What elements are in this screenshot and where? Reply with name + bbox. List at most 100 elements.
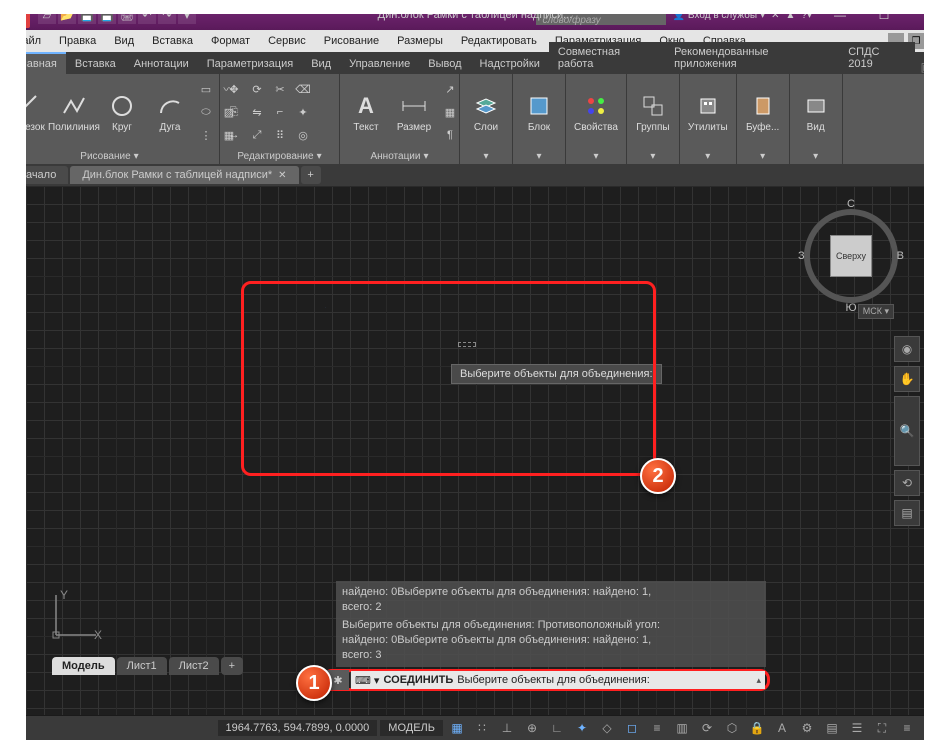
status-units-icon[interactable]: ⚙ bbox=[796, 718, 818, 738]
qat-save-icon[interactable]: 💾 bbox=[78, 6, 96, 24]
trim-icon[interactable]: ✂ bbox=[270, 79, 290, 99]
ribbon-tab-home[interactable]: Главная bbox=[6, 52, 66, 74]
doc-tab-current[interactable]: Дин.блок Рамки с таблицей надписи*✕ bbox=[70, 166, 298, 184]
menu-file[interactable]: Файл bbox=[6, 32, 49, 50]
text-button[interactable]: AТекст bbox=[344, 90, 388, 135]
move-icon[interactable]: ✥ bbox=[224, 79, 244, 99]
qat-open-icon[interactable]: 📂 bbox=[58, 6, 76, 24]
status-space[interactable]: МОДЕЛЬ bbox=[380, 720, 443, 736]
status-3dosnap-icon[interactable]: ⬡ bbox=[721, 718, 743, 738]
groups-button[interactable]: Группы bbox=[631, 90, 675, 135]
table-icon[interactable]: ▦ bbox=[440, 102, 460, 122]
rect-icon[interactable]: ▭ bbox=[196, 79, 216, 99]
qat-undo-icon[interactable]: ↶ bbox=[138, 6, 156, 24]
status-trans-icon[interactable]: ▥ bbox=[671, 718, 693, 738]
circle-button[interactable]: Круг bbox=[100, 90, 144, 135]
help-icon[interactable]: ?▾ bbox=[801, 10, 812, 21]
qat-saveas-icon[interactable]: 💾 bbox=[98, 6, 116, 24]
app-logo[interactable]: A bbox=[4, 2, 30, 28]
leader-icon[interactable]: ↗ bbox=[440, 79, 460, 99]
drawing-canvas[interactable]: Выберите объекты для объединения: 2 Y X … bbox=[26, 186, 924, 715]
ribbon-tab-featured[interactable]: Рекомендованные приложения bbox=[665, 42, 839, 74]
menu-tools[interactable]: Сервис bbox=[260, 32, 314, 50]
utilities-button[interactable]: Утилиты bbox=[684, 90, 732, 135]
doc-tab-new[interactable]: + bbox=[301, 166, 321, 184]
layers-button[interactable]: Слои bbox=[464, 90, 508, 135]
point-icon[interactable]: ⋮ bbox=[196, 125, 216, 145]
layout-tab-add[interactable]: + bbox=[221, 657, 243, 675]
line-button[interactable]: Отрезок bbox=[4, 90, 48, 135]
status-iso-icon[interactable]: ◇ bbox=[596, 718, 618, 738]
layout-tab-sheet2[interactable]: Лист2 bbox=[169, 657, 219, 675]
viewcube[interactable]: Сверху С Ю З В bbox=[796, 196, 906, 316]
nav-orbit-icon[interactable]: ⟲ bbox=[894, 470, 920, 496]
status-ws-icon[interactable]: ☰ bbox=[846, 718, 868, 738]
command-history-caret-icon[interactable]: ▴ bbox=[756, 675, 761, 686]
menu-draw[interactable]: Рисование bbox=[316, 32, 387, 50]
ribbon-tab-addins[interactable]: Надстройки bbox=[471, 54, 549, 74]
status-coordinates[interactable]: 1964.7763, 594.7899, 0.0000 bbox=[218, 720, 378, 736]
doc-tab-close-icon[interactable]: ✕ bbox=[278, 170, 286, 181]
maximize-button[interactable]: ☐ bbox=[862, 0, 906, 30]
status-grid-icon[interactable]: ▦ bbox=[446, 718, 468, 738]
viewcube-south[interactable]: Ю bbox=[845, 302, 856, 314]
viewcube-west[interactable]: З bbox=[798, 250, 805, 262]
nav-zoom-icon[interactable]: 🔍 bbox=[894, 396, 920, 466]
clipboard-button[interactable]: Буфе... bbox=[741, 90, 785, 135]
layout-tab-sheet1[interactable]: Лист1 bbox=[117, 657, 167, 675]
exchange-icon[interactable]: ✕ bbox=[771, 10, 779, 21]
ribbon-tab-annotate[interactable]: Аннотации bbox=[125, 54, 198, 74]
command-input[interactable]: ⌨ ▾ СОЕДИНИТЬ Выберите объекты для объед… bbox=[351, 671, 765, 689]
ribbon-tab-spds[interactable]: СПДС 2019 bbox=[839, 42, 914, 74]
explode-icon[interactable]: ✦ bbox=[293, 102, 313, 122]
properties-button[interactable]: Свойства bbox=[570, 90, 622, 135]
status-polar-icon[interactable]: ✦ bbox=[571, 718, 593, 738]
panel-annotation-title[interactable]: Аннотации ▾ bbox=[344, 148, 455, 164]
ribbon-tab-collaborate[interactable]: Совместная работа bbox=[549, 42, 665, 74]
block-button[interactable]: Блок bbox=[517, 90, 561, 135]
qat-new-icon[interactable]: ▱ bbox=[38, 6, 56, 24]
nav-pan-icon[interactable]: ✋ bbox=[894, 366, 920, 392]
login-link[interactable]: 👤Вход в службы▾ bbox=[672, 10, 765, 21]
erase-icon[interactable]: ⌫ bbox=[293, 79, 313, 99]
status-annoscale-icon[interactable]: 🔒 bbox=[746, 718, 768, 738]
rotate-icon[interactable]: ⟳ bbox=[247, 79, 267, 99]
minimize-button[interactable]: — bbox=[818, 0, 862, 30]
view-button[interactable]: Вид bbox=[794, 90, 838, 135]
nav-wheel-icon[interactable]: ◉ bbox=[894, 336, 920, 362]
status-clean-icon[interactable]: ⛶ bbox=[871, 718, 893, 738]
polyline-button[interactable]: Полилиния bbox=[52, 90, 96, 135]
status-custom-icon[interactable]: ≡ bbox=[896, 718, 918, 738]
dimension-button[interactable]: Размер bbox=[392, 90, 436, 135]
wcs-label[interactable]: МСК ▾ bbox=[858, 304, 894, 319]
status-dyn-icon[interactable]: ⊕ bbox=[521, 718, 543, 738]
status-ortho-icon[interactable]: ∟ bbox=[546, 718, 568, 738]
ribbon-tab-manage[interactable]: Управление bbox=[340, 54, 419, 74]
qat-plot-icon[interactable]: 🖨 bbox=[118, 6, 136, 24]
scale-icon[interactable]: ⤢ bbox=[247, 125, 267, 145]
menu-view[interactable]: Вид bbox=[106, 32, 142, 50]
ribbon-tab-output[interactable]: Вывод bbox=[419, 54, 470, 74]
copy-icon[interactable]: ⎘ bbox=[224, 102, 244, 122]
menu-insert[interactable]: Вставка bbox=[144, 32, 201, 50]
panel-draw-title[interactable]: Рисование ▾ bbox=[4, 148, 215, 164]
menu-dimension[interactable]: Размеры bbox=[389, 32, 451, 50]
array-icon[interactable]: ⠿ bbox=[270, 125, 290, 145]
viewcube-north[interactable]: С bbox=[847, 198, 855, 210]
nav-showmotion-icon[interactable]: ▤ bbox=[894, 500, 920, 526]
status-annovis-icon[interactable]: A bbox=[771, 718, 793, 738]
status-qp-icon[interactable]: ▤ bbox=[821, 718, 843, 738]
doc-tab-start[interactable]: Начало bbox=[6, 166, 68, 184]
ribbon-minimize-icon[interactable]: ▣▾ bbox=[915, 60, 944, 74]
menu-edit[interactable]: Правка bbox=[51, 32, 104, 50]
menu-modify[interactable]: Редактировать bbox=[453, 32, 545, 50]
status-snap-icon[interactable]: ∷ bbox=[471, 718, 493, 738]
ribbon-tab-insert[interactable]: Вставка bbox=[66, 54, 125, 74]
mirror-icon[interactable]: ⇋ bbox=[247, 102, 267, 122]
fillet-icon[interactable]: ⌐ bbox=[270, 102, 290, 122]
arc-button[interactable]: Дуга bbox=[148, 90, 192, 135]
qat-dropdown-icon[interactable]: ▾ bbox=[178, 6, 196, 24]
a360-icon[interactable]: ▲ bbox=[786, 10, 796, 21]
ribbon-tab-parametric[interactable]: Параметризация bbox=[198, 54, 302, 74]
close-button[interactable]: ✕ bbox=[906, 0, 950, 30]
